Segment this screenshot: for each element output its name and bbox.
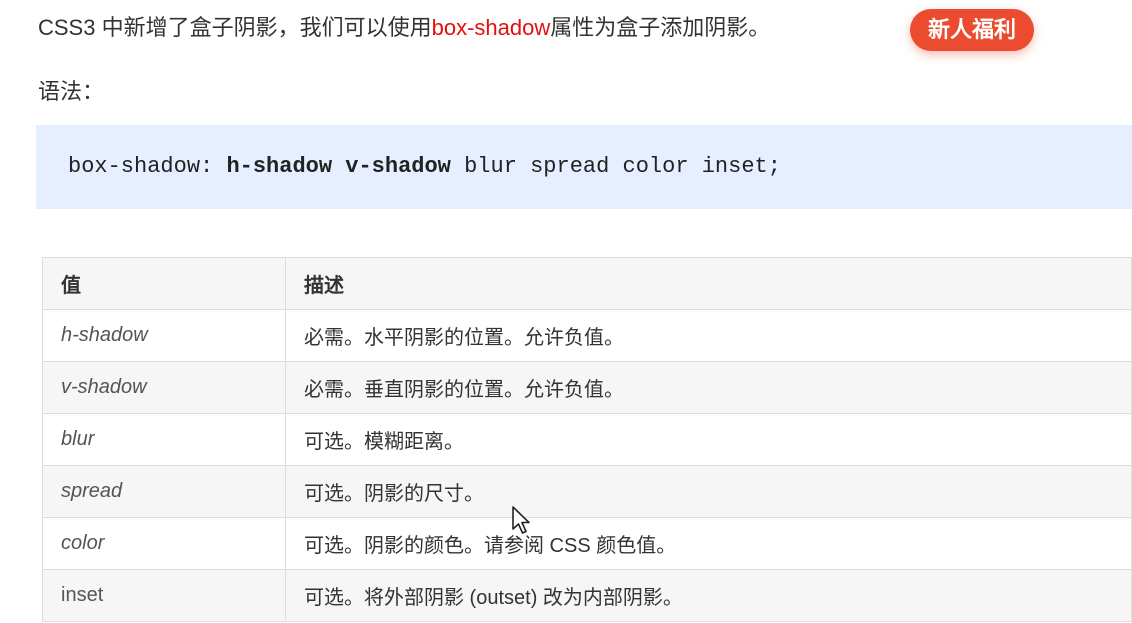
description-cell: 可选。将外部阴影 (outset) 改为内部阴影。 [285, 569, 1132, 622]
value-cell: v-shadow [42, 361, 286, 414]
value-cell: spread [42, 465, 286, 518]
code-v-shadow: v-shadow [345, 154, 451, 179]
table-row: inset 可选。将外部阴影 (outset) 改为内部阴影。 [42, 569, 1132, 622]
table-row: spread 可选。阴影的尺寸。 [42, 465, 1132, 518]
description-cell: 可选。阴影的尺寸。 [285, 465, 1132, 518]
intro-suffix: 属性为盒子添加阴影。 [550, 15, 771, 40]
syntax-label: 语法： [38, 79, 105, 104]
syntax-code-block: box-shadow: h-shadow v-shadow blur sprea… [36, 125, 1132, 209]
value-cell: h-shadow [42, 309, 286, 362]
box-shadow-values-table: 值 描述 h-shadow 必需。水平阴影的位置。允许负值。 v-shadow … [42, 257, 1132, 622]
code-rest: blur spread color inset; [464, 154, 781, 179]
intro-prefix: CSS3 中新增了盒子阴影，我们可以使用 [38, 15, 432, 40]
header-description: 描述 [285, 257, 1132, 310]
description-cell: 可选。模糊距离。 [285, 413, 1132, 466]
value-cell: inset [42, 569, 286, 622]
description-cell: 必需。垂直阴影的位置。允许负值。 [285, 361, 1132, 414]
header-value: 值 [42, 257, 286, 310]
value-cell: blur [42, 413, 286, 466]
mouse-pointer-icon [512, 506, 530, 534]
value-cell: color [42, 517, 286, 570]
description-cell: 可选。阴影的颜色。请参阅 CSS 颜色值。 [285, 517, 1132, 570]
table-row: color 可选。阴影的颜色。请参阅 CSS 颜色值。 [42, 517, 1132, 570]
table-row: blur 可选。模糊距离。 [42, 413, 1132, 466]
code-h-shadow: h-shadow [226, 154, 333, 179]
intro-property-highlight: box-shadow [431, 15, 551, 40]
description-cell: 必需。水平阴影的位置。允许负值。 [285, 309, 1132, 362]
table-header-row: 值 描述 [42, 257, 1132, 310]
new-user-promo-button[interactable]: 新人福利 [910, 9, 1034, 51]
table-row: v-shadow 必需。垂直阴影的位置。允许负值。 [42, 361, 1132, 414]
table-row: h-shadow 必需。水平阴影的位置。允许负值。 [42, 309, 1132, 362]
intro-paragraph: CSS3 中新增了盒子阴影，我们可以使用box-shadow属性为盒子添加阴影。 [38, 12, 770, 44]
code-property: box-shadow: [68, 154, 214, 179]
page: CSS3 中新增了盒子阴影，我们可以使用box-shadow属性为盒子添加阴影。… [0, 0, 1132, 623]
